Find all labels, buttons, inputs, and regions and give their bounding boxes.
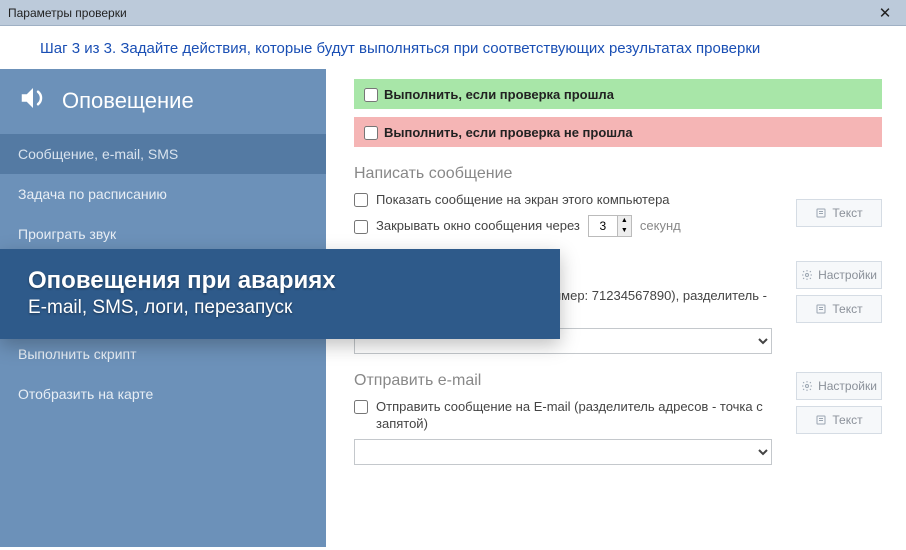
sidebar: Оповещение Сообщение, e-mail, SMS Задача… bbox=[0, 69, 326, 547]
close-icon[interactable]: ✕ bbox=[870, 4, 900, 22]
sms-number-select[interactable] bbox=[354, 328, 772, 354]
sidebar-header: Оповещение bbox=[0, 69, 326, 134]
execute-on-fail[interactable]: Выполнить, если проверка не прошла bbox=[354, 117, 882, 147]
row-close-after: Закрывать окно сообщения через ▲ ▼ секун… bbox=[354, 215, 772, 237]
sidebar-title: Оповещение bbox=[62, 88, 194, 114]
email-settings-button[interactable]: Настройки bbox=[796, 372, 882, 400]
show-message-checkbox[interactable] bbox=[354, 193, 368, 207]
email-address-select[interactable] bbox=[354, 439, 772, 465]
section-message: Написать сообщение Показать сообщение на… bbox=[354, 165, 882, 243]
section-message-heading: Написать сообщение bbox=[354, 165, 772, 183]
sms-settings-button[interactable]: Настройки bbox=[796, 261, 882, 289]
email-text-button[interactable]: Текст bbox=[796, 406, 882, 434]
seconds-input[interactable] bbox=[589, 216, 617, 236]
text-button-label: Текст bbox=[832, 206, 862, 220]
section-email: Отправить e-mail Отправить сообщение на … bbox=[354, 372, 882, 465]
seconds-down[interactable]: ▼ bbox=[618, 226, 631, 236]
email-label: Отправить сообщение на E-mail (разделите… bbox=[376, 398, 772, 433]
settings-button-label: Настройки bbox=[818, 268, 877, 282]
sidebar-item-script[interactable]: Выполнить скрипт bbox=[0, 334, 326, 374]
sidebar-item-restart[interactable]: Перезапустить службу, компьютер bbox=[0, 294, 326, 334]
sidebar-item-sound[interactable]: Проиграть звук bbox=[0, 214, 326, 254]
titlebar: Параметры проверки ✕ bbox=[0, 0, 906, 26]
settings-button-label-2: Настройки bbox=[818, 379, 877, 393]
sidebar-item-log[interactable]: Записать в журнал, Eventlog, Syslog bbox=[0, 254, 326, 294]
row-show-message: Показать сообщение на экран этого компью… bbox=[354, 191, 772, 209]
section-sms-heading: Отправить SMS bbox=[354, 261, 772, 279]
sidebar-item-schedule[interactable]: Задача по расписанию bbox=[0, 174, 326, 214]
section-email-heading: Отправить e-mail bbox=[354, 372, 772, 390]
sidebar-item-message[interactable]: Сообщение, e-mail, SMS bbox=[0, 134, 326, 174]
row-sms: Отправить SMS на номер (пример: 71234567… bbox=[354, 287, 772, 322]
email-checkbox[interactable] bbox=[354, 400, 368, 414]
show-message-label: Показать сообщение на экран этого компью… bbox=[376, 191, 772, 209]
message-text-button[interactable]: Текст bbox=[796, 199, 882, 227]
seconds-unit: секунд bbox=[640, 218, 681, 233]
execute-on-pass[interactable]: Выполнить, если проверка прошла bbox=[354, 79, 882, 109]
text-button-label-2: Текст bbox=[832, 302, 862, 316]
sms-text-button[interactable]: Текст bbox=[796, 295, 882, 323]
speaker-icon bbox=[18, 83, 48, 118]
sidebar-item-map[interactable]: Отобразить на карте bbox=[0, 374, 326, 414]
row-email: Отправить сообщение на E-mail (разделите… bbox=[354, 398, 772, 433]
text-button-label-3: Текст bbox=[832, 413, 862, 427]
execute-on-pass-checkbox[interactable] bbox=[364, 88, 378, 102]
content: Выполнить, если проверка прошла Выполнит… bbox=[326, 69, 906, 547]
section-sms: Отправить SMS Отправить SMS на номер (пр… bbox=[354, 261, 882, 354]
close-after-checkbox[interactable] bbox=[354, 220, 368, 234]
execute-on-fail-checkbox[interactable] bbox=[364, 126, 378, 140]
close-after-label: Закрывать окно сообщения через bbox=[376, 217, 580, 235]
seconds-up[interactable]: ▲ bbox=[618, 216, 631, 226]
seconds-stepper[interactable]: ▲ ▼ bbox=[588, 215, 632, 237]
window-title: Параметры проверки bbox=[8, 6, 870, 20]
sms-label: Отправить SMS на номер (пример: 71234567… bbox=[376, 287, 772, 322]
execute-on-pass-label: Выполнить, если проверка прошла bbox=[384, 87, 614, 102]
sms-checkbox[interactable] bbox=[354, 289, 368, 303]
step-header: Шаг 3 из 3. Задайте действия, которые бу… bbox=[0, 26, 906, 69]
execute-on-fail-label: Выполнить, если проверка не прошла bbox=[384, 125, 633, 140]
